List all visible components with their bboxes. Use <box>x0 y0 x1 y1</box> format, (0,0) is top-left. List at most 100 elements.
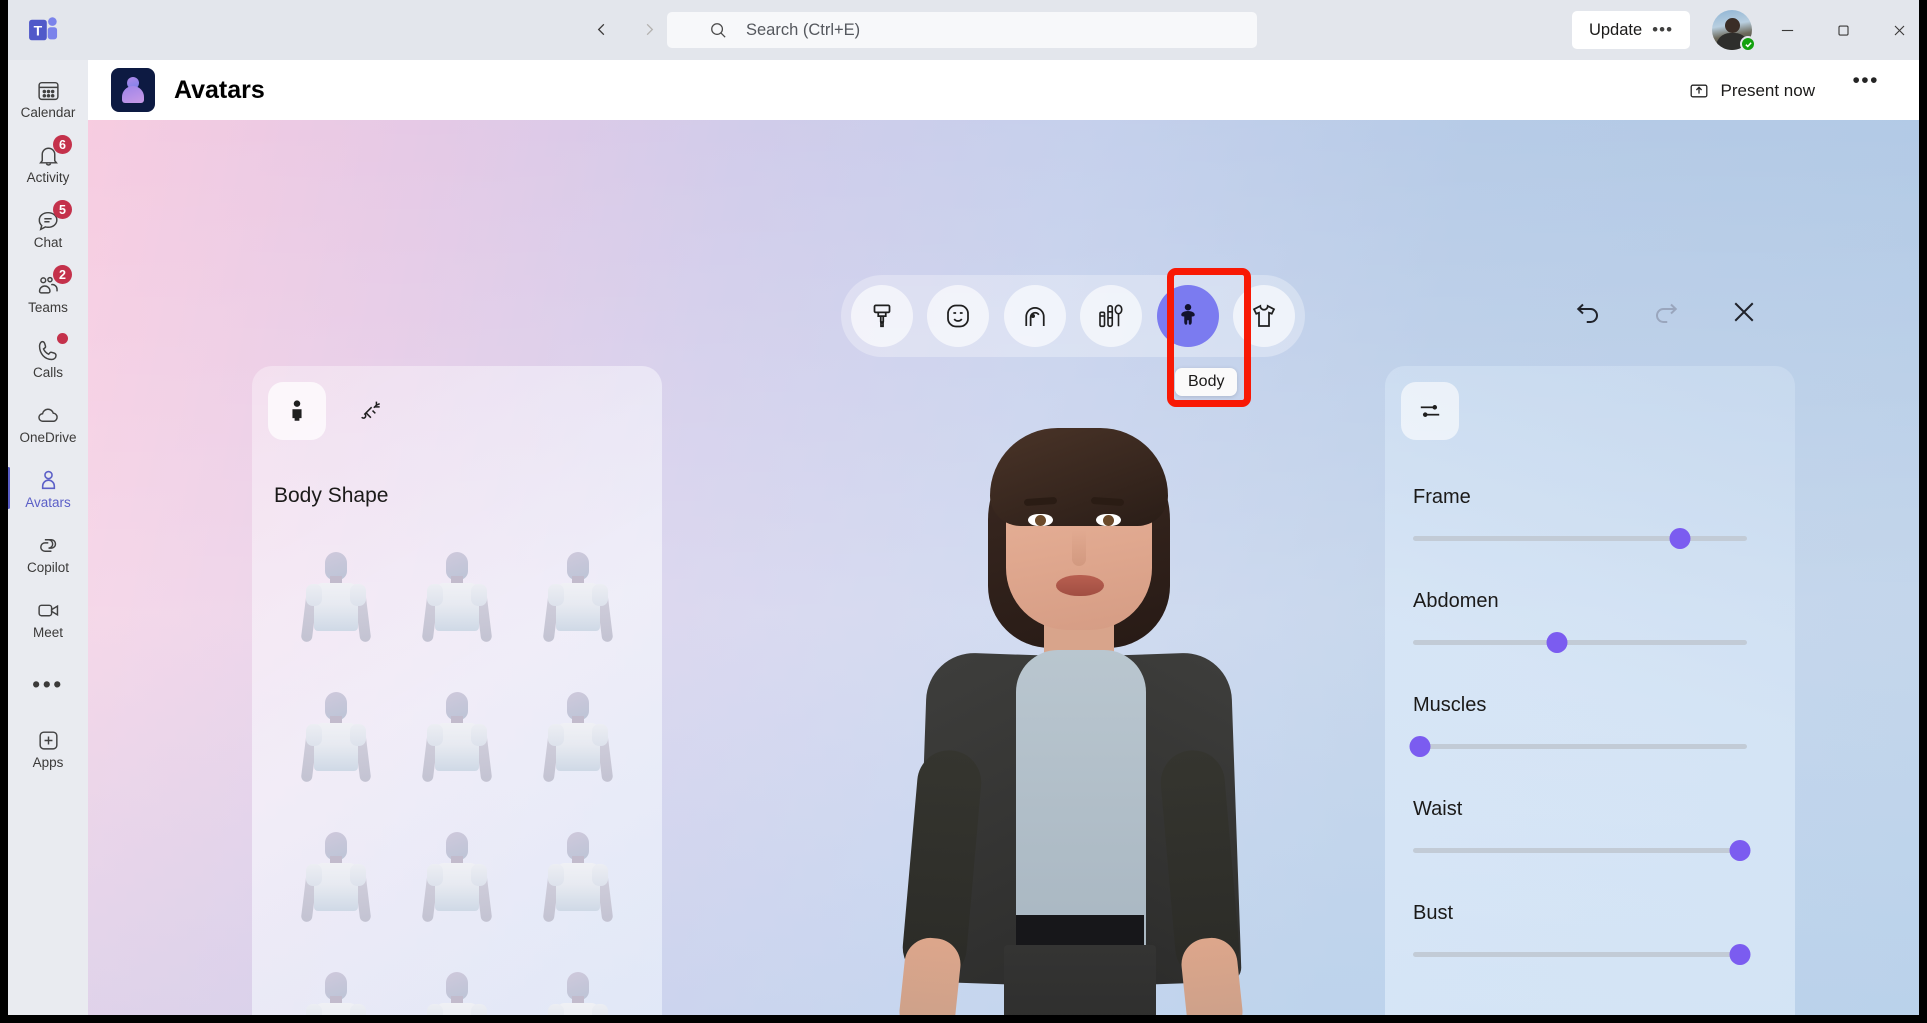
sidebar-item-copilot[interactable]: Copilot <box>13 521 83 586</box>
slider-thumb[interactable] <box>1729 840 1751 861</box>
avatar-belt <box>1016 915 1144 949</box>
sidebar-item-meet[interactable]: Meet <box>13 586 83 651</box>
sidebar-item-onedrive[interactable]: OneDrive <box>13 391 83 456</box>
status-badge <box>1740 36 1756 52</box>
tab-body-shape[interactable] <box>268 382 326 440</box>
body-shape-tabs <box>268 382 400 440</box>
category-style-button[interactable] <box>851 285 913 347</box>
slider-track[interactable] <box>1409 736 1747 757</box>
category-body-button[interactable] <box>1156 285 1219 347</box>
prosthetic-arm-icon <box>361 401 380 419</box>
category-face-button[interactable] <box>927 285 990 347</box>
body-shape-option[interactable] <box>276 950 397 1015</box>
body-shape-option[interactable] <box>397 670 518 810</box>
avatar-preview[interactable] <box>848 370 1298 1015</box>
body-thumbnail <box>294 692 378 788</box>
window-border-right <box>1919 0 1927 1023</box>
back-button[interactable] <box>584 12 618 46</box>
body-shape-option[interactable] <box>517 670 638 810</box>
slider-abdomen: Abdomen <box>1385 578 1795 682</box>
body-shape-panel: Body Shape <box>252 366 662 1015</box>
forward-button[interactable] <box>632 12 666 46</box>
body-shape-option[interactable] <box>517 530 638 670</box>
sliders-icon <box>1420 405 1440 417</box>
avatar-lips <box>1056 575 1104 596</box>
slider-track[interactable] <box>1413 840 1751 861</box>
category-makeup-button[interactable] <box>1080 285 1143 347</box>
sidebar-item-teams[interactable]: 2 Teams <box>13 261 83 326</box>
sidebar-item-label: Avatars <box>25 495 71 511</box>
tab-adjustments[interactable] <box>1401 382 1459 440</box>
main-content: Avatars Present now ••• Body Body Shape … <box>88 60 1919 1015</box>
sidebar-item-label: Copilot <box>26 560 70 576</box>
sidebar-item-calendar[interactable]: Calendar <box>13 66 83 131</box>
sidebar-item-avatars[interactable]: Avatars <box>7 456 83 521</box>
slider-thumb[interactable] <box>1409 736 1431 757</box>
slider-thumb[interactable] <box>1669 528 1691 549</box>
app-more-button[interactable]: ••• <box>1852 70 1879 91</box>
body-thumbnail <box>294 832 378 928</box>
avatar-nose <box>1072 530 1086 566</box>
slider-track[interactable] <box>1413 944 1751 965</box>
slider-thumb[interactable] <box>1546 632 1568 653</box>
slider-thumb[interactable] <box>1729 944 1751 965</box>
undo-icon <box>1576 303 1598 323</box>
sidebar-item-apps[interactable]: Apps <box>13 716 83 781</box>
sidebar-more-button[interactable]: ••• <box>13 651 83 716</box>
avatar-eye-right <box>1096 514 1121 526</box>
slider-label: Bust <box>1413 902 1454 924</box>
slider-waist: Waist <box>1385 786 1795 890</box>
slider-label: Frame <box>1413 486 1471 508</box>
app-header: Avatars Present now ••• <box>88 60 1919 120</box>
body-thumbnail <box>415 552 499 648</box>
present-now-button[interactable]: Present now <box>1689 74 1815 107</box>
sidebar-item-chat[interactable]: 5 Chat <box>13 196 83 261</box>
window-border-bottom <box>0 1015 1927 1023</box>
window-controls <box>1759 0 1927 60</box>
check-icon <box>1744 41 1752 48</box>
cloud-icon <box>36 402 61 428</box>
body-shape-option[interactable] <box>276 670 397 810</box>
search-input[interactable]: Search (Ctrl+E) <box>667 12 1257 48</box>
redo-button[interactable] <box>1651 297 1681 327</box>
title-bar: T Search (Ctrl+E) Update ••• <box>0 0 1927 60</box>
sidebar-item-label: Meet <box>32 625 63 641</box>
undo-button[interactable] <box>1573 297 1603 327</box>
sidebar-item-label: Calendar <box>20 105 76 121</box>
minimize-button[interactable] <box>1759 0 1815 60</box>
teams-logo: T <box>0 0 88 60</box>
body-shape-option[interactable] <box>517 810 638 950</box>
close-icon <box>1734 302 1754 322</box>
category-hair-button[interactable] <box>1003 285 1066 347</box>
slider-muscles: Muscles <box>1385 682 1795 786</box>
tab-prosthetics[interactable] <box>342 382 400 440</box>
slider-track[interactable] <box>1413 528 1747 549</box>
sidebar-item-label: Chat <box>33 235 63 251</box>
share-screen-icon <box>1689 81 1709 101</box>
body-thumbnail <box>294 552 378 648</box>
body-shape-option[interactable] <box>397 530 518 670</box>
tshirt-icon <box>1252 304 1276 327</box>
body-thumbnail <box>415 832 499 928</box>
slider-label: Abdomen <box>1413 590 1499 612</box>
teams-logo-icon: T <box>29 17 58 41</box>
slider-track[interactable] <box>1413 632 1747 653</box>
update-overflow-icon[interactable]: ••• <box>1652 21 1673 38</box>
body-shape-option[interactable] <box>276 530 397 670</box>
stage-actions <box>1573 297 1759 327</box>
teams-badge: 2 <box>53 265 72 284</box>
update-button[interactable]: Update ••• <box>1572 11 1690 49</box>
maximize-button[interactable] <box>1815 0 1871 60</box>
body-shape-option[interactable] <box>517 950 638 1015</box>
video-icon <box>36 597 61 623</box>
slider-label: Waist <box>1413 798 1463 820</box>
activity-badge: 6 <box>53 135 72 154</box>
body-shape-option[interactable] <box>276 810 397 950</box>
sidebar-item-activity[interactable]: 6 Activity <box>13 131 83 196</box>
body-shape-option[interactable] <box>397 950 518 1015</box>
body-shape-option[interactable] <box>397 810 518 950</box>
body-thumbnail <box>415 972 499 1015</box>
category-clothing-button[interactable] <box>1232 285 1295 347</box>
close-editor-button[interactable] <box>1729 297 1759 327</box>
sidebar-item-calls[interactable]: Calls <box>13 326 83 391</box>
